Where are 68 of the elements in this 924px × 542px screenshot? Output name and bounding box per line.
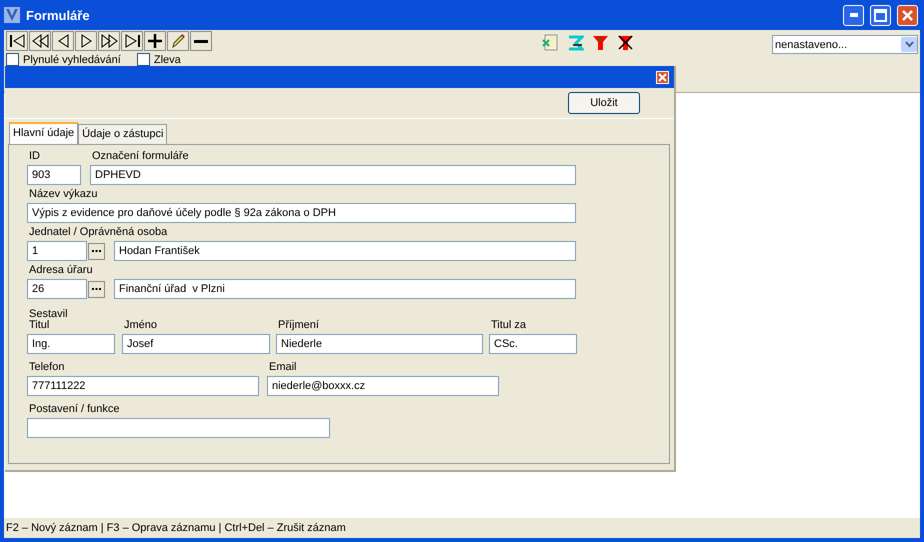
field-label: Název výkazu <box>28 188 98 201</box>
browse-button[interactable] <box>88 280 105 298</box>
previous-record-button[interactable] <box>52 31 74 51</box>
close-button[interactable] <box>656 70 669 84</box>
minimize-button[interactable] <box>843 4 864 26</box>
funnel-icon[interactable] <box>592 34 609 51</box>
input-field[interactable]: Finanční úřad v Plzni <box>114 279 576 299</box>
sigma-icon[interactable] <box>567 34 584 51</box>
field-label: Adresa úřaru <box>28 264 93 277</box>
plus-icon <box>146 32 164 50</box>
checkbox-label: Zleva <box>154 54 181 66</box>
status-bar-text: F2 – Nový záznam | F3 – Oprava záznamu | Ctrl+Del – Zrušit záznam <box>5 521 347 536</box>
field-label: Příjmení <box>277 319 319 332</box>
funnel-crossed-icon[interactable] <box>617 34 634 51</box>
spreadsheet-icon[interactable] <box>542 34 559 51</box>
filter-dropdown[interactable]: nenastaveno... <box>772 35 918 54</box>
input-field[interactable]: 777111222 <box>27 376 259 396</box>
input-field[interactable] <box>27 418 330 438</box>
input-field[interactable]: niederle@boxxx.cz <box>267 376 499 396</box>
input-field[interactable]: Ing. <box>27 334 115 354</box>
last-record-icon <box>123 32 141 50</box>
input-field[interactable]: Hodan František <box>114 241 576 261</box>
input-field[interactable]: Niederle <box>276 334 483 354</box>
group-label: Sestavil <box>29 308 69 320</box>
window-title: Formuláře <box>26 8 91 22</box>
maximize-button[interactable] <box>870 4 891 26</box>
field-label: Email <box>268 361 297 374</box>
close-button[interactable] <box>897 4 918 26</box>
input-field[interactable]: 26 <box>27 279 87 299</box>
field-label: Telefon <box>28 361 64 374</box>
browse-button[interactable] <box>88 242 105 260</box>
input-field[interactable]: Josef <box>122 334 270 354</box>
field-label: Jméno <box>123 319 158 332</box>
pencil-button[interactable] <box>167 31 189 51</box>
field-label: Titul <box>28 319 50 332</box>
maximize-icon <box>874 8 887 22</box>
close-icon <box>901 8 914 22</box>
checkbox-label: Plynulé vyhledávání <box>23 54 121 66</box>
tab[interactable]: Údaje o zástupci <box>78 124 168 144</box>
input-field[interactable]: DPHEVD <box>90 165 576 185</box>
app-logo-icon <box>4 7 20 23</box>
field-label: Jednatel / Oprávněná osoba <box>28 226 168 239</box>
first-record-icon <box>8 32 26 50</box>
fast-forward-icon <box>100 32 118 50</box>
chevron-down-icon <box>904 41 914 48</box>
first-record-button[interactable] <box>6 31 28 51</box>
last-record-button[interactable] <box>121 31 143 51</box>
checkbox[interactable] <box>6 53 19 66</box>
field-label: Titul za <box>490 319 526 332</box>
field-label: Označení formuláře <box>91 150 189 163</box>
minus-button[interactable] <box>190 31 212 51</box>
input-field[interactable]: 903 <box>27 165 81 185</box>
field-label: Postavení / funkce <box>28 403 120 416</box>
input-field[interactable]: Výpis z evidence pro daňové účely podle § 92a zákona o DPH <box>27 203 576 223</box>
fast-backward-button[interactable] <box>29 31 51 51</box>
checkbox[interactable] <box>136 53 150 66</box>
close-icon <box>658 72 667 82</box>
minimize-icon <box>850 13 858 17</box>
input-field[interactable]: 1 <box>27 241 87 261</box>
fast-forward-button[interactable] <box>98 31 120 51</box>
plus-button[interactable] <box>144 31 166 51</box>
input-field[interactable]: CSc. <box>489 334 577 354</box>
save-button[interactable]: Uložit <box>568 92 640 114</box>
minus-icon <box>194 40 208 42</box>
fast-backward-icon <box>31 32 49 50</box>
tab[interactable]: Hlavní údaje <box>9 122 78 144</box>
field-label: ID <box>28 150 40 163</box>
next-record-button[interactable] <box>75 31 97 51</box>
